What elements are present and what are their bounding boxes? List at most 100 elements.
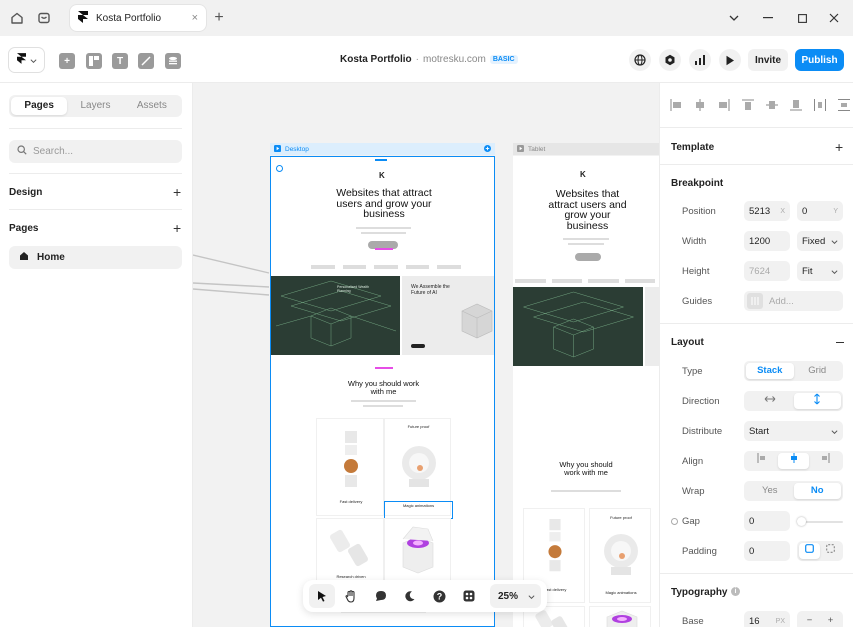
width-mode-select[interactable]: Fixed	[797, 231, 843, 251]
project-card-light: We Assemble the Future of AI	[402, 276, 494, 355]
grid-view-icon[interactable]	[457, 584, 483, 608]
guides-icon	[747, 293, 763, 309]
wrap-yes-option[interactable]: Yes	[746, 483, 794, 499]
type-stack-option[interactable]: Stack	[746, 363, 794, 379]
padding-input[interactable]: 0	[744, 541, 790, 561]
canvas[interactable]: Desktop K Websites that attract users an…	[193, 83, 659, 627]
wrap-label: Wrap	[682, 486, 705, 497]
info-icon[interactable]: i	[731, 587, 740, 596]
feature-card: Future proof Magic animations	[384, 418, 453, 519]
play-icon	[517, 144, 524, 154]
position-y-input[interactable]: 0Y	[797, 201, 843, 221]
analytics-icon[interactable]	[689, 49, 711, 71]
padding-individual-icon[interactable]	[820, 543, 841, 559]
collapse-layout-icon[interactable]	[836, 342, 844, 344]
tab-pages[interactable]: Pages	[11, 97, 68, 115]
help-icon[interactable]: ?	[427, 584, 453, 608]
frame-handle[interactable]	[375, 159, 387, 161]
add-design-icon[interactable]: +	[173, 185, 181, 199]
align-bottom-icon[interactable]	[790, 99, 802, 114]
template-label: Template	[671, 142, 715, 153]
direction-horizontal-icon[interactable]	[746, 393, 794, 409]
cms-icon[interactable]	[165, 53, 181, 69]
card-cta	[411, 344, 425, 348]
add-breakpoint-icon[interactable]	[484, 144, 491, 154]
type-grid-option[interactable]: Grid	[794, 363, 842, 379]
tab-layers[interactable]: Layers	[67, 97, 123, 115]
select-tool-icon[interactable]	[309, 584, 335, 608]
vector-icon[interactable]	[138, 53, 154, 69]
invite-button[interactable]: Invite	[748, 49, 788, 71]
maximize-icon[interactable]	[790, 8, 814, 28]
position-x-input[interactable]: 5213 X	[744, 201, 790, 221]
add-page-icon[interactable]: +	[173, 221, 181, 235]
base-size-input[interactable]: 16 PX	[744, 611, 790, 627]
wrap-no-option[interactable]: No	[793, 483, 841, 499]
distribute-select[interactable]: Start	[744, 421, 843, 441]
settings-icon[interactable]	[659, 49, 681, 71]
tablet-frame-label[interactable]: Tablet	[513, 143, 659, 155]
insert-icon[interactable]: +	[59, 53, 75, 69]
align-end-icon[interactable]	[809, 453, 841, 469]
dark-mode-icon[interactable]	[398, 584, 424, 608]
desktop-frame-label[interactable]: Desktop	[270, 143, 495, 155]
height-mode-select[interactable]: Fit	[797, 261, 843, 281]
hand-tool-icon[interactable]	[339, 584, 365, 608]
decrement-icon[interactable]: −	[799, 613, 820, 627]
distribute-v-icon[interactable]	[838, 99, 850, 114]
align-right-icon[interactable]	[718, 99, 730, 114]
gap-slider[interactable]	[800, 521, 843, 523]
tab-assets[interactable]: Assets	[124, 97, 180, 115]
width-input[interactable]: 1200	[744, 231, 790, 251]
chevron-down-icon[interactable]	[722, 8, 746, 28]
chevron-down-icon	[831, 266, 838, 277]
publish-button[interactable]: Publish	[795, 49, 844, 71]
new-tab-icon[interactable]: +	[206, 5, 232, 31]
zoom-select[interactable]: 25%	[490, 584, 542, 608]
guides-input[interactable]: Add...	[744, 291, 843, 311]
home-icon	[19, 251, 29, 264]
add-template-icon[interactable]: +	[835, 140, 843, 154]
align-center-icon[interactable]	[777, 453, 810, 469]
gap-input[interactable]: 0	[744, 511, 790, 531]
align-center-h-icon[interactable]	[694, 99, 706, 114]
page-item-home[interactable]: Home	[9, 246, 182, 269]
home-icon[interactable]	[4, 5, 30, 31]
align-top-icon[interactable]	[742, 99, 754, 114]
desktop-frame[interactable]: K Websites that attract users and grow y…	[270, 156, 495, 627]
globe-icon[interactable]	[629, 49, 651, 71]
minimize-icon[interactable]	[756, 8, 780, 28]
gap-link-icon[interactable]	[671, 518, 678, 525]
distribute-h-icon[interactable]	[814, 99, 826, 114]
feature-card: Fast delivery	[316, 418, 384, 516]
text-icon[interactable]: T	[112, 53, 128, 69]
page-item-label: Home	[37, 252, 65, 263]
play-icon[interactable]	[719, 49, 741, 71]
search-input[interactable]: Search...	[9, 140, 182, 163]
chevron-down-icon	[29, 54, 37, 66]
project-tab[interactable]: Kosta Portfolio ×	[70, 5, 206, 31]
comment-icon[interactable]	[368, 584, 394, 608]
close-tab-icon[interactable]: ×	[192, 12, 198, 24]
align-start-icon[interactable]	[746, 453, 778, 469]
selection-highlight	[375, 248, 393, 250]
increment-icon[interactable]: +	[820, 613, 841, 627]
gap-slider-handle[interactable]	[797, 517, 806, 526]
main-menu-button[interactable]	[9, 48, 44, 72]
align-center-v-icon[interactable]	[766, 99, 778, 114]
tablet-frame[interactable]: K Websites that attract users and grow y…	[513, 156, 659, 627]
project-title[interactable]: Kosta Portfolio · motresku.com BASIC	[340, 54, 518, 65]
layout-icon[interactable]	[86, 53, 102, 69]
align-left-icon[interactable]	[670, 99, 682, 114]
direction-vertical-icon[interactable]	[793, 393, 841, 409]
search-icon	[17, 145, 27, 158]
zoom-value: 25%	[498, 590, 519, 602]
wireframe-illustration	[522, 291, 635, 358]
padding-uniform-icon[interactable]	[799, 543, 820, 559]
card-label: Research driven	[336, 574, 366, 579]
inbox-icon[interactable]	[31, 5, 57, 31]
close-window-icon[interactable]	[822, 8, 846, 28]
base-size-stepper: − +	[797, 611, 843, 627]
pages-section-label: Pages	[9, 223, 39, 234]
height-input[interactable]: 7624	[744, 261, 790, 281]
